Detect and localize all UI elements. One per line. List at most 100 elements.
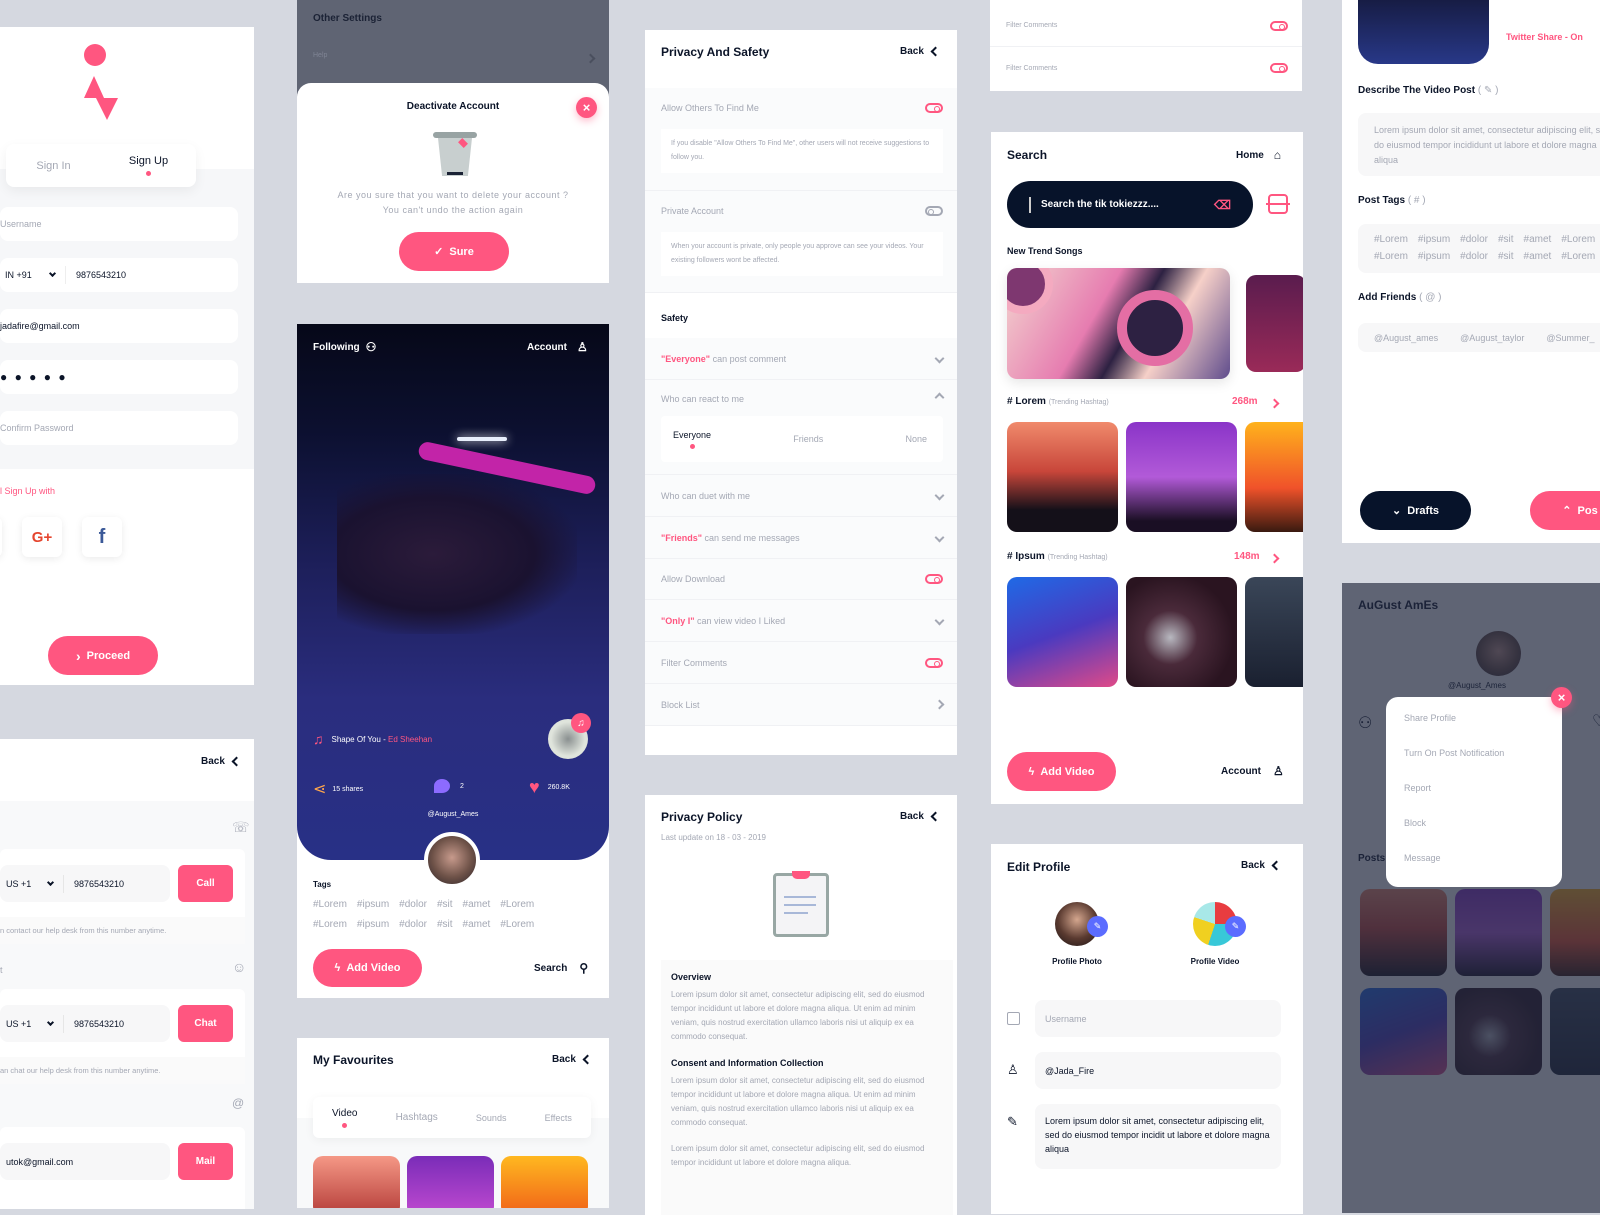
add-video-button[interactable]: ϟ Add Video <box>313 949 422 987</box>
email-field[interactable]: jadafire@gmail.com <box>0 309 238 343</box>
social-partial-button[interactable] <box>0 517 2 557</box>
scan-icon[interactable] <box>1266 194 1290 214</box>
phone-field[interactable]: IN +91 9876543210 <box>0 258 238 292</box>
tab-sounds[interactable]: Sounds <box>476 1113 507 1123</box>
following-tab[interactable]: Following ⚇ <box>313 340 376 354</box>
account-tab[interactable]: Account ♙ <box>527 340 588 354</box>
menu-item-block[interactable]: Block <box>1386 818 1562 853</box>
tab-video[interactable]: Video <box>332 1108 357 1128</box>
video-thumbnail[interactable] <box>1126 577 1237 687</box>
tag-chip[interactable]: #Lorem <box>313 899 347 910</box>
like-button[interactable]: ♥ 260.8K <box>529 777 570 798</box>
search-nav[interactable]: Search ⚲ <box>534 961 588 975</box>
friend-chip[interactable]: @August_taylor <box>1460 333 1524 343</box>
song-info[interactable]: ♫ Shape Of You - Ed Sheehan <box>313 731 432 747</box>
back-button[interactable]: Back <box>900 46 941 57</box>
tag-chip[interactable]: #sit <box>437 919 453 930</box>
tag-chip[interactable]: #amet <box>1524 234 1552 245</box>
video-thumbnail[interactable] <box>1126 422 1237 532</box>
tag-chip[interactable]: #Lorem <box>1374 251 1408 262</box>
modal-backdrop[interactable] <box>1342 583 1600 1213</box>
tag-chip[interactable]: #amet <box>1524 251 1552 262</box>
song-thumbnail[interactable] <box>1246 275 1303 372</box>
download-row[interactable]: Allow Download <box>645 559 957 600</box>
menu-item-message[interactable]: Message <box>1386 853 1562 888</box>
clear-icon[interactable]: ⌫ <box>1214 198 1231 212</box>
menu-item-share-profile[interactable]: Share Profile <box>1386 713 1562 748</box>
filter-toggle[interactable] <box>1270 20 1288 31</box>
block-list-row[interactable]: Block List <box>645 684 957 726</box>
password-field[interactable]: ● ● ● ● ● <box>0 360 238 394</box>
tag-chip[interactable]: #Lorem <box>313 919 347 930</box>
comment-permission-row[interactable]: "Everyone" can post comment <box>645 338 957 380</box>
option-none[interactable]: None <box>905 434 927 444</box>
tag-chip[interactable]: #dolor <box>1460 251 1488 262</box>
hashtag-title[interactable]: # Ipsum (Trending Hashtag) <box>1007 551 1108 562</box>
edit-video-button[interactable]: ✎ <box>1225 916 1246 937</box>
private-account-toggle[interactable] <box>925 206 943 216</box>
country-code-select[interactable]: IN +91 <box>0 270 50 280</box>
hashtag-title[interactable]: # Lorem (Trending Hashtag) <box>1007 396 1109 407</box>
tag-chip[interactable]: #ipsum <box>1418 234 1450 245</box>
video-thumbnail[interactable] <box>1007 422 1118 532</box>
friend-chip[interactable]: @August_ames <box>1374 333 1438 343</box>
video-preview[interactable] <box>1358 0 1489 64</box>
video-thumbnail[interactable] <box>1007 577 1118 687</box>
chat-button[interactable]: Chat <box>178 1005 233 1042</box>
call-phone-field[interactable]: US +1 9876543210 <box>0 865 170 902</box>
close-menu-button[interactable]: × <box>1551 687 1572 708</box>
bio-field[interactable]: Lorem ipsum dolor sit amet, consectetur … <box>1035 1104 1281 1169</box>
comment-button[interactable]: 2 <box>434 779 464 793</box>
google-plus-button[interactable]: G+ <box>22 517 62 557</box>
chat-phone-field[interactable]: US +1 9876543210 <box>0 1005 170 1042</box>
home-nav[interactable]: Home ⌂ <box>1236 148 1281 162</box>
filter-toggle[interactable] <box>1270 63 1288 73</box>
handle-field[interactable]: @Jada_Fire <box>1035 1052 1281 1089</box>
allow-find-toggle[interactable] <box>925 103 943 113</box>
edit-photo-button[interactable]: ✎ <box>1087 916 1108 937</box>
username-label[interactable]: @August_Ames <box>297 811 609 818</box>
describe-field[interactable]: Lorem ipsum dolor sit amet, consectetur … <box>1358 113 1600 176</box>
tag-chip[interactable]: #sit <box>1498 234 1514 245</box>
confirm-password-field[interactable]: Confirm Password <box>0 411 238 445</box>
react-permission-row[interactable]: Who can react to me Everyone Friends Non… <box>645 380 957 475</box>
tag-chip[interactable]: #Lorem <box>500 919 534 930</box>
tag-chip[interactable]: #sit <box>437 899 453 910</box>
option-friends[interactable]: Friends <box>793 434 823 444</box>
download-toggle[interactable] <box>925 574 943 584</box>
tag-chip[interactable]: #dolor <box>1460 234 1488 245</box>
post-tags-field[interactable]: #Lorem #ipsum #dolor #sit #amet #Lorem #Lorem… <box>1358 224 1600 273</box>
tag-chip[interactable]: #dolor <box>399 899 427 910</box>
account-nav[interactable]: Account ♙ <box>1221 764 1284 778</box>
video-thumbnail[interactable] <box>313 1156 400 1208</box>
tag-chip[interactable]: #sit <box>1498 251 1514 262</box>
chevron-right-icon[interactable] <box>1269 553 1280 564</box>
username-field[interactable]: Username <box>0 207 238 241</box>
menu-item-report[interactable]: Report <box>1386 783 1562 818</box>
sure-button[interactable]: ✓ Sure <box>399 232 509 271</box>
song-thumbnail[interactable] <box>1007 268 1230 379</box>
back-button[interactable]: Back <box>201 756 242 767</box>
tab-effects[interactable]: Effects <box>545 1113 572 1123</box>
chevron-right-icon[interactable] <box>1269 398 1280 409</box>
video-thumbnail[interactable] <box>407 1156 494 1208</box>
tag-chip[interactable]: #ipsum <box>357 899 389 910</box>
tag-chip[interactable]: #amet <box>463 919 491 930</box>
friends-field[interactable]: @August_ames @August_taylor @Summer_ <box>1358 323 1600 352</box>
post-button[interactable]: ⌃ Pos <box>1530 491 1600 530</box>
filter-comments-row[interactable]: Filter Comments <box>990 47 1302 89</box>
back-button[interactable]: Back <box>1241 860 1282 871</box>
tag-chip[interactable]: #ipsum <box>357 919 389 930</box>
tag-chip[interactable]: #Lorem <box>1374 234 1408 245</box>
call-button[interactable]: Call <box>178 865 233 902</box>
filter-comments-row[interactable]: Filter Comments <box>645 642 957 684</box>
back-button[interactable]: Back <box>552 1054 593 1065</box>
option-everyone[interactable]: Everyone <box>673 430 711 449</box>
avatar[interactable] <box>424 832 480 888</box>
filter-comments-toggle[interactable] <box>925 657 943 668</box>
tag-chip[interactable]: #Lorem <box>1561 251 1595 262</box>
video-thumbnail[interactable] <box>1245 422 1303 532</box>
close-button[interactable]: × <box>576 97 597 118</box>
liked-videos-row[interactable]: "Only I" can view video I Liked <box>645 600 957 642</box>
message-permission-row[interactable]: "Friends" can send me messages <box>645 517 957 559</box>
